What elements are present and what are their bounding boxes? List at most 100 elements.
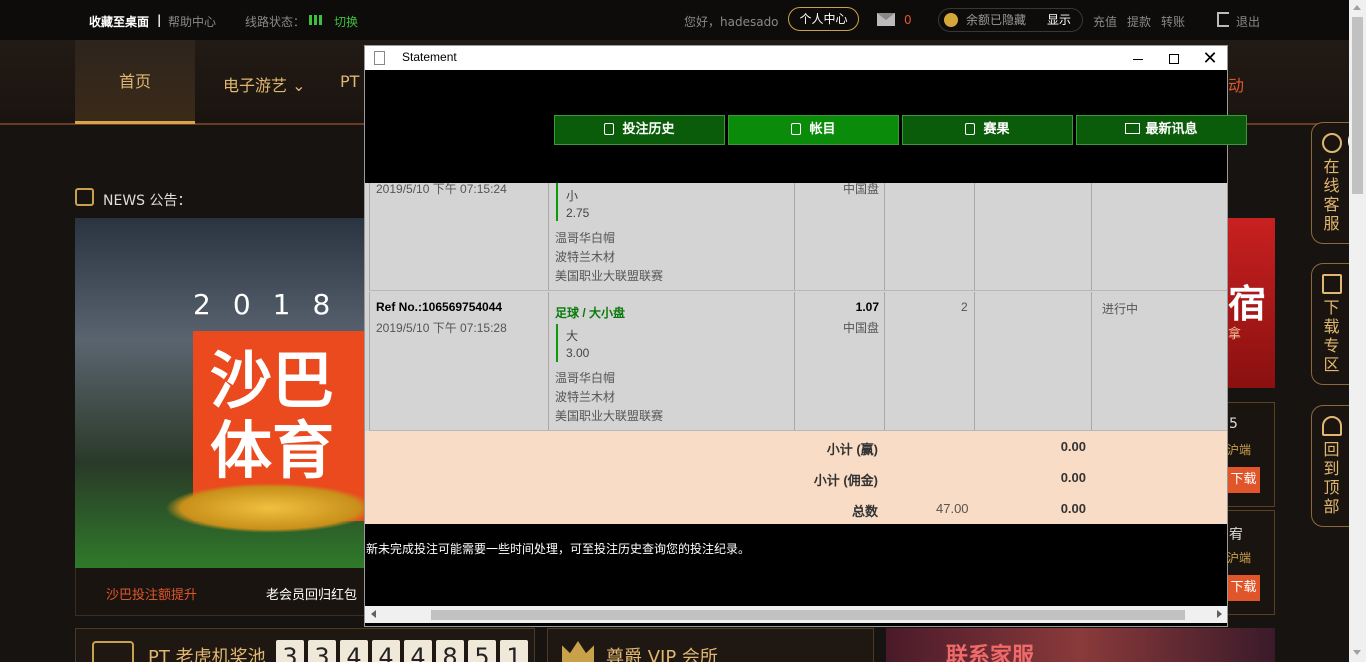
- away-team: 波特兰木材: [555, 250, 616, 264]
- download-zone-button[interactable]: 下 载 专 区: [1311, 263, 1351, 385]
- jackpot-label: PT 老虎机奖池: [148, 647, 266, 662]
- results-icon: [965, 123, 976, 135]
- cell-divider: [794, 292, 795, 430]
- away-team: 波特兰木材: [555, 390, 616, 404]
- coin-icon: [944, 13, 958, 27]
- download-box-2-title: 宥: [1229, 527, 1243, 543]
- back-to-top-button[interactable]: 回 到 顶 部: [1311, 405, 1351, 527]
- mail-icon[interactable]: [877, 13, 895, 26]
- scroll-right-arrow[interactable]: [1217, 610, 1222, 618]
- banner-captions: 沙巴投注额提升 老会员回归红包: [75, 568, 365, 616]
- horizontal-scrollbar-thumb[interactable]: [431, 610, 1185, 620]
- bookmark-link[interactable]: 收藏至桌面: [89, 13, 149, 30]
- cell-divider: [884, 292, 885, 430]
- mail-count: 0: [904, 13, 912, 27]
- jackpot-digit: 3: [308, 640, 336, 662]
- league-name: 美国职业大联盟联赛: [555, 269, 664, 283]
- scroll-down-arrow[interactable]: [1353, 650, 1361, 655]
- contact-banner[interactable]: 联系家服: [886, 628, 1275, 662]
- window-titlebar[interactable]: Statement ✕: [365, 46, 1227, 70]
- total-stake: 47.00: [936, 501, 969, 516]
- cell-divider: [1091, 292, 1092, 430]
- vip-panel[interactable]: 尊爵 VIP 会所: [547, 628, 874, 662]
- topbar-separator: |: [157, 13, 162, 27]
- banner-caption-1[interactable]: 沙巴投注额提升: [106, 584, 197, 603]
- online-service-button[interactable]: 在 线 客 服: [1311, 122, 1351, 244]
- nav-promotions[interactable]: 动: [1228, 72, 1244, 96]
- nav-electronic[interactable]: 电子游艺 ⌄: [223, 72, 306, 96]
- jackpot-panel: PT 老虎机奖池 33444851: [75, 628, 535, 662]
- download-box-2-sub: 沪端: [1227, 551, 1252, 565]
- logout-icon[interactable]: [1217, 12, 1229, 27]
- bet-selection: 大: [566, 329, 579, 343]
- close-button[interactable]: ✕: [1192, 46, 1228, 70]
- tab-results[interactable]: 赛果: [902, 115, 1073, 145]
- tab-statement[interactable]: 帐目: [728, 115, 899, 145]
- bet-datetime: 2019/5/10 下午 07:15:24: [376, 183, 507, 196]
- cell-divider: [974, 183, 975, 290]
- nav-home[interactable]: 首页: [75, 40, 195, 124]
- subtotal-commission-label: 小计 (佣金): [813, 473, 878, 488]
- balance-hidden-text: 余额已隐藏: [966, 13, 1027, 27]
- headset-icon: [1321, 133, 1342, 153]
- subtotal-commission-value: 0.00: [1060, 470, 1086, 485]
- bet-ref-number: Ref No.:106569754044: [376, 300, 503, 314]
- crown-icon: [562, 641, 594, 662]
- market-type: 中国盘: [842, 321, 879, 335]
- pending-bets-note: 新未完成投注可能需要一些时间处理，可至投注历史查询您的投注纪录。: [366, 542, 751, 556]
- help-link[interactable]: 帮助中心: [168, 13, 216, 30]
- banner-caption-2[interactable]: 老会员回归红包: [266, 584, 357, 603]
- maximize-button[interactable]: [1156, 46, 1192, 70]
- tab-news[interactable]: 最新讯息: [1076, 115, 1247, 145]
- document-icon: [374, 51, 385, 65]
- line-status-label: 线路状态：: [245, 15, 306, 29]
- logout-link[interactable]: 退出: [1236, 13, 1260, 30]
- window-title: Statement: [402, 50, 457, 64]
- promo-red-banner[interactable]: 宿 拿: [1226, 218, 1275, 388]
- contact-banner-label: 联系家服: [946, 644, 1035, 662]
- user-center-button[interactable]: 个人中心: [788, 7, 859, 31]
- selection-bar: [556, 324, 558, 362]
- maximize-icon: [1169, 54, 1179, 65]
- history-icon: [604, 123, 615, 135]
- download-button-2[interactable]: 下载: [1227, 575, 1260, 601]
- signal-icon: [309, 14, 324, 28]
- transfer-link[interactable]: 转账: [1161, 13, 1185, 30]
- promo-banner[interactable]: 2018 沙巴 体育: [75, 218, 365, 568]
- deposit-link[interactable]: 充值: [1093, 13, 1117, 30]
- cell-divider: [369, 292, 370, 430]
- home-team: 温哥华白帽: [555, 371, 616, 385]
- jackpot-digit: 4: [404, 640, 432, 662]
- cell-divider: [794, 183, 795, 290]
- rocket-icon: [1321, 416, 1342, 436]
- download-box-1-sub: 沪端: [1227, 443, 1252, 457]
- download-zone-label: 下 载 专 区: [1323, 298, 1340, 374]
- total-value: 0.00: [1060, 501, 1086, 516]
- page-scrollbar-thumb[interactable]: [1352, 17, 1363, 194]
- banner-year: 2018: [193, 288, 353, 321]
- jackpot-digit: 1: [500, 640, 528, 662]
- window-horizontal-scrollbar[interactable]: [365, 606, 1227, 623]
- jackpot-digit: 3: [276, 640, 304, 662]
- show-balance-button[interactable]: 显示: [1047, 9, 1071, 31]
- subtotal-win-label: 小计 (赢): [826, 442, 878, 457]
- tab-news-label: 最新讯息: [1145, 122, 1198, 137]
- mail-icon: [1125, 123, 1141, 134]
- news-label: NEWS 公告：: [103, 193, 192, 209]
- withdraw-link[interactable]: 提款: [1127, 13, 1151, 30]
- bet-selection: 小: [566, 189, 579, 203]
- nav-pt[interactable]: PT: [340, 72, 359, 91]
- tab-bet-history[interactable]: 投注历史: [554, 115, 725, 145]
- minimize-icon: [1133, 58, 1143, 60]
- scroll-left-arrow[interactable]: [371, 610, 376, 618]
- jackpot-digit: 4: [340, 640, 368, 662]
- page-scrollbar[interactable]: [1349, 0, 1366, 662]
- scroll-up-arrow[interactable]: [1353, 5, 1361, 10]
- minimize-button[interactable]: [1120, 46, 1156, 70]
- switch-line-link[interactable]: 切换: [334, 13, 358, 30]
- download-box-1-title: 5: [1229, 416, 1238, 432]
- download-button-1[interactable]: 下载: [1227, 467, 1260, 493]
- statement-table: 2019/5/10 下午 07:15:24 小 2.75 温哥华白帽 波特兰木材…: [365, 183, 1227, 431]
- jackpot-digit: 5: [468, 640, 496, 662]
- balance-pill: 余额已隐藏 显示: [938, 8, 1083, 32]
